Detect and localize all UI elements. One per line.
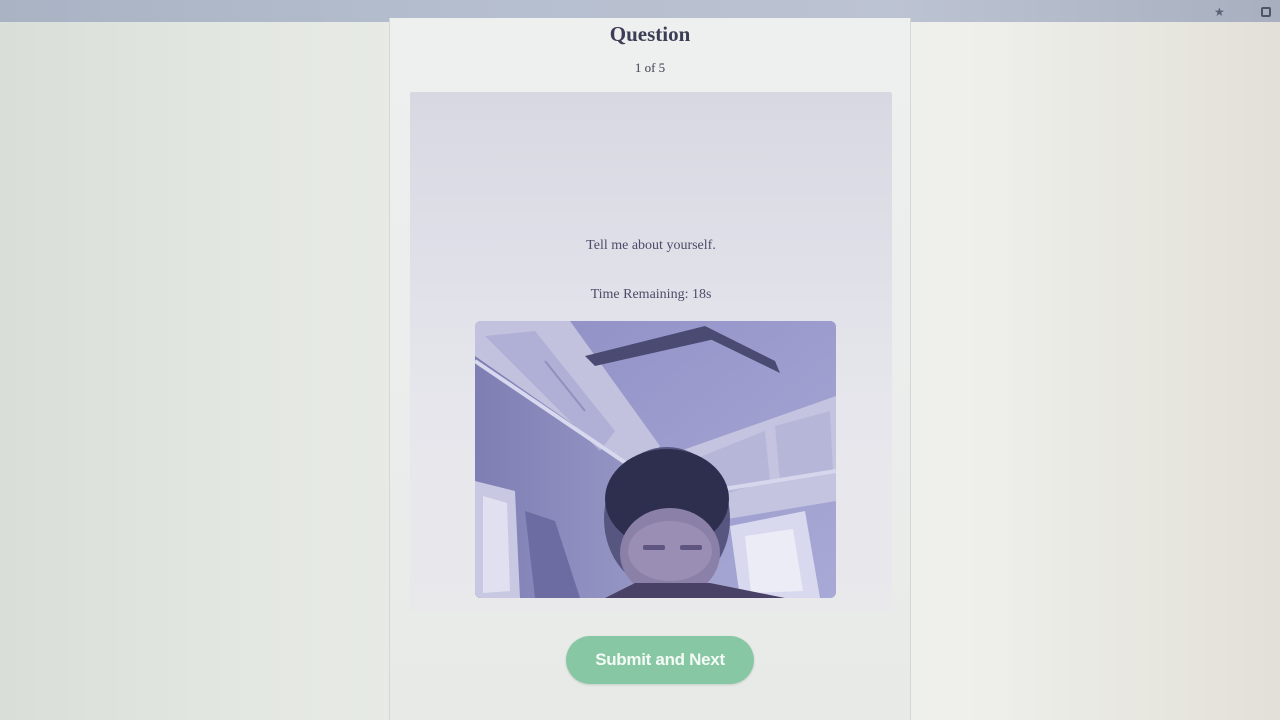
- page-title: Question: [609, 22, 691, 46]
- webcam-video: [475, 321, 836, 598]
- question-text: Tell me about yourself.: [586, 238, 716, 253]
- submit-and-next-button[interactable]: Submit and Next: [566, 636, 754, 684]
- extensions-icon[interactable]: [1261, 7, 1271, 17]
- webcam-image: [475, 321, 836, 598]
- question-progress: 1 of 5: [634, 60, 666, 75]
- question-panel: Tell me about yourself. Time Remaining: …: [410, 92, 892, 612]
- time-remaining: Time Remaining: 18s: [590, 287, 712, 302]
- interview-card: Question 1 of 5 Tell me about yourself. …: [389, 18, 911, 720]
- bookmark-star-icon[interactable]: ★: [1214, 6, 1226, 18]
